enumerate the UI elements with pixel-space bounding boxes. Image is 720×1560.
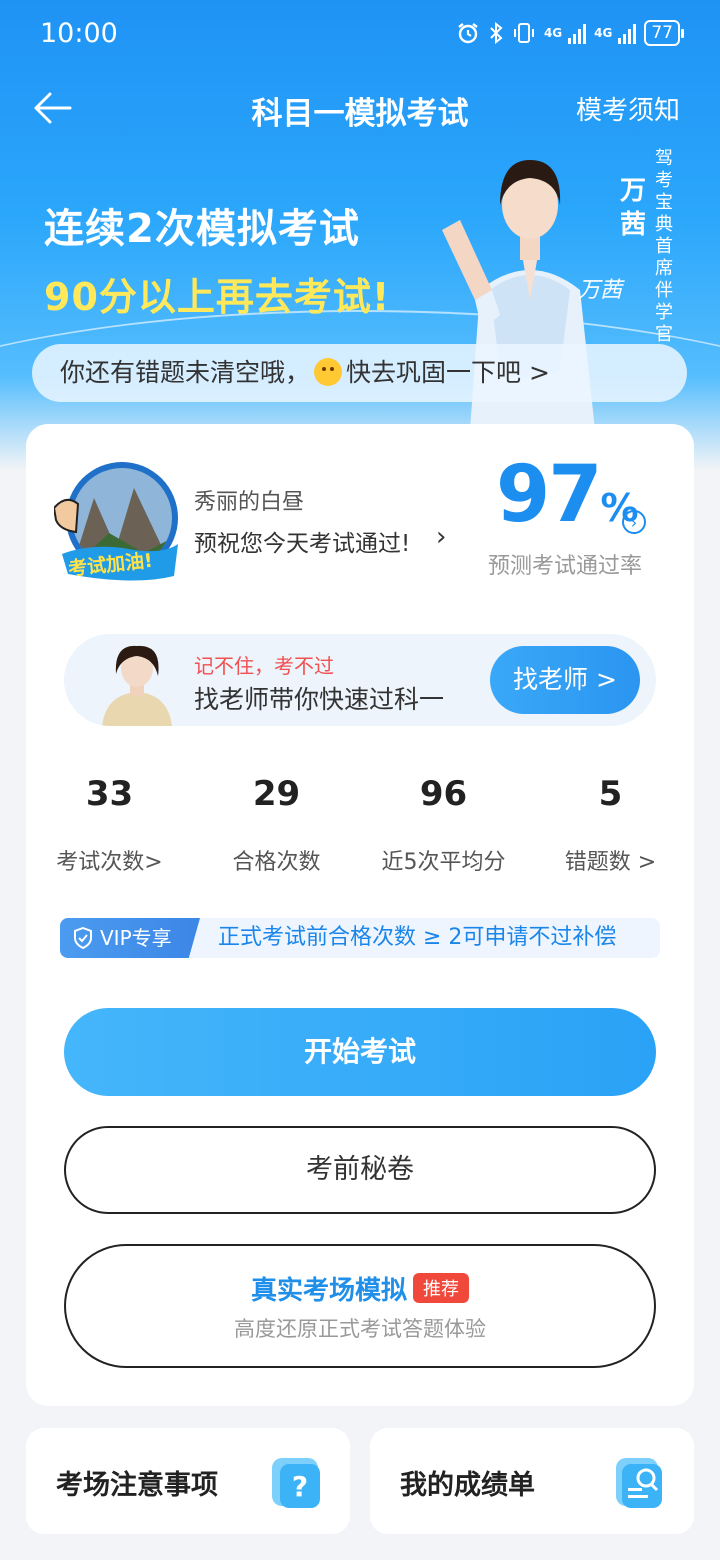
stat-value: 96 [419, 774, 468, 814]
exam-notice-link[interactable]: 模考须知 [576, 90, 680, 127]
stat-pass-count: 29 合格次数 [193, 774, 360, 876]
real-exam-subtitle: 高度还原正式考试答题体验 [234, 1317, 486, 1341]
real-exam-title: 真实考场模拟 [250, 1276, 407, 1306]
question-icon: ? [272, 1458, 320, 1508]
teacher-tag: 记不住，考不过 [194, 654, 334, 678]
tile-label: 考场注意事项 [56, 1470, 218, 1501]
exam-card: 考试加油! 秀丽的白昼 预祝您今天考试通过! › 97% › 预测考试通过率 记… [26, 424, 694, 1406]
hero-banner: 10:00 4G 4G 77 科目一模拟考试 模考须知 连续2次模拟考试 90分… [0, 0, 720, 470]
wrong-questions-banner[interactable]: 你还有错题未清空哦， 快去巩固一下吧 > [32, 344, 687, 402]
presenter-title: 驾考宝典首席伴学官 [655, 148, 673, 345]
stat-average-score: 96 近5次平均分 [360, 774, 527, 876]
pass-rate-label: 预测考试通过率 [488, 554, 643, 579]
pass-rate-value: 97 [496, 450, 603, 540]
vip-tag: VIP专享 [60, 918, 200, 958]
vip-banner[interactable]: VIP专享 正式考试前合格次数 ≥ 2可申请不过补偿 [60, 918, 660, 958]
bluetooth-icon [490, 21, 503, 45]
status-icons: 4G 4G 77 [456, 20, 684, 46]
stat-label: 近5次平均分 [381, 850, 506, 875]
wrong-banner-link: 快去巩固一下吧 > [346, 358, 550, 387]
teacher-photo [102, 645, 172, 726]
network-label-1: 4G [543, 26, 563, 40]
pre-exam-secret-button[interactable]: 考前秘卷 [64, 1126, 656, 1214]
wrong-banner-text: 你还有错题未清空哦， [60, 358, 311, 387]
my-scores-tile[interactable]: 我的成绩单 [370, 1428, 694, 1534]
stats-row: 33 考试次数> 29 合格次数 96 近5次平均分 5 错题数 > [26, 774, 694, 894]
find-teacher-button[interactable]: 找老师 > [490, 646, 640, 714]
start-exam-button[interactable]: 开始考试 [64, 1008, 656, 1096]
user-name: 秀丽的白昼 [194, 490, 305, 515]
hero-headline-2: 90分以上再去考试! [44, 275, 391, 319]
vip-tag-label: VIP专享 [100, 926, 172, 950]
hero-headline-1: 连续2次模拟考试 [44, 206, 360, 252]
stat-label: 错题数 > [564, 850, 657, 875]
stat-value: 29 [252, 774, 301, 814]
presenter-signature: 万茜 [578, 278, 623, 303]
teacher-line: 找老师带你快速过科一 [194, 685, 445, 714]
real-exam-simulation-button[interactable]: 真实考场模拟 推荐 高度还原正式考试答题体验 [64, 1244, 656, 1368]
smile-emoji-icon [314, 358, 343, 386]
wish-text[interactable]: 预祝您今天考试通过! [194, 524, 410, 558]
pass-rate[interactable]: 97% [496, 450, 639, 540]
vibrate-icon [513, 23, 534, 43]
tile-label: 我的成绩单 [400, 1470, 535, 1501]
recommend-badge: 推荐 [413, 1273, 469, 1303]
stat-exam-count[interactable]: 33 考试次数> [26, 774, 193, 876]
signal-icon-2 [618, 22, 637, 44]
stat-wrong-count[interactable]: 5 错题数 > [527, 774, 694, 876]
stat-value: 5 [598, 774, 623, 814]
stat-value: 33 [85, 774, 134, 814]
stat-label: 考试次数> [56, 850, 163, 875]
find-teacher-bar[interactable]: 记不住，考不过 找老师带你快速过科一 找老师 > [64, 634, 656, 726]
back-arrow-icon[interactable] [30, 88, 74, 128]
alarm-icon [458, 23, 478, 44]
battery-icon: 77 [644, 20, 684, 46]
pass-rate-arrow-icon[interactable]: › [622, 510, 646, 534]
stat-label: 合格次数 [232, 850, 321, 875]
exam-notes-tile[interactable]: 考场注意事项 ? [26, 1428, 350, 1534]
presenter-name: 万茜 [619, 176, 646, 240]
signal-icon [568, 22, 587, 44]
chevron-right-icon[interactable]: › [436, 522, 446, 552]
svg-text:?: ? [292, 1470, 308, 1503]
network-label-2: 4G [594, 26, 613, 40]
status-time: 10:00 [40, 18, 118, 49]
user-avatar[interactable]: 考试加油! [52, 458, 184, 588]
shield-check-icon [74, 927, 92, 949]
status-bar: 10:00 4G 4G 77 [0, 0, 720, 70]
scorecard-icon [616, 1458, 662, 1508]
vip-text: 正式考试前合格次数 ≥ 2可申请不过补偿 [218, 925, 617, 950]
real-exam-title-row: 真实考场模拟 推荐 [66, 1270, 654, 1307]
